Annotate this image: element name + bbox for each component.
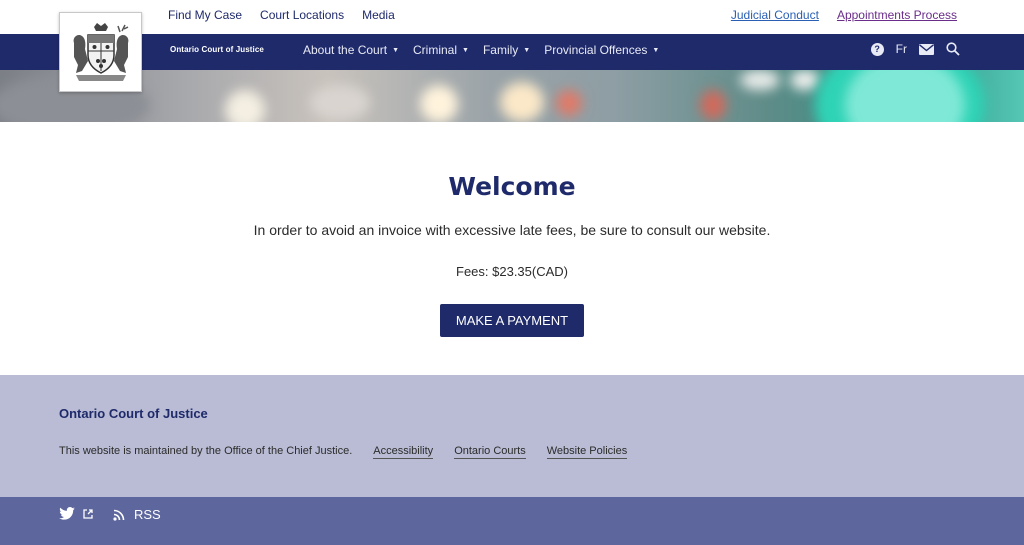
search-button[interactable] [946,42,960,56]
language-toggle[interactable]: Fr [896,42,907,56]
nav-item-provincial-offences[interactable]: Provincial Offences ▼ [544,43,659,57]
rss-link[interactable]: RSS [113,507,161,522]
nav-item-about-the-court[interactable]: About the Court ▼ [303,43,399,57]
ontario-courts-link[interactable]: Ontario Courts [454,445,526,459]
coat-of-arms-logo[interactable] [59,12,142,92]
footer-links-row: This website is maintained by the Office… [59,445,628,459]
main-content: Welcome In order to avoid an invoice wit… [0,122,1024,375]
caret-down-icon: ▼ [392,46,399,54]
caret-down-icon: ▼ [652,46,660,54]
utility-links-right: Judicial Conduct Appointments Process [731,8,957,22]
nav-item-label: Family [482,43,519,57]
nav-item-label: Criminal [413,43,458,57]
caret-down-icon: ▼ [462,46,469,54]
find-my-case-link[interactable]: Find My Case [168,8,242,22]
main-navigation: Ontario Court of Justice About the Court… [0,34,1024,70]
help-icon: ? [870,42,884,56]
footer-title: Ontario Court of Justice [59,406,208,421]
court-locations-link[interactable]: Court Locations [260,8,344,22]
judicial-conduct-link[interactable]: Judicial Conduct [731,8,819,22]
fees-amount: Fees: $23.35(CAD) [456,264,568,279]
accessibility-link[interactable]: Accessibility [373,445,434,459]
utility-links-left: Find My Case Court Locations Media [168,8,395,22]
twitter-icon [59,507,75,520]
coat-of-arms-icon [73,23,128,81]
footer: Ontario Court of Justice This website is… [0,375,1024,497]
utility-bar: Find My Case Court Locations Media Judic… [0,0,1024,33]
brand-name[interactable]: Ontario Court of Justice [170,45,264,54]
social-bar: RSS [0,497,1024,545]
nav-item-family[interactable]: Family ▼ [483,43,530,57]
hero-banner-image [0,70,1024,122]
media-link[interactable]: Media [362,8,395,22]
caret-down-icon: ▼ [523,46,531,54]
welcome-heading: Welcome [448,172,576,201]
contact-button[interactable] [919,43,934,55]
make-a-payment-button[interactable]: MAKE A PAYMENT [440,304,584,337]
twitter-link[interactable] [59,507,93,520]
maintained-by-text: This website is maintained by the Office… [59,445,353,457]
rss-icon [113,509,125,521]
website-policies-link[interactable]: Website Policies [546,445,628,459]
help-button[interactable]: ? [870,42,884,56]
welcome-message: In order to avoid an invoice with excess… [253,222,771,238]
appointments-process-link[interactable]: Appointments Process [837,8,957,22]
nav-item-criminal[interactable]: Criminal ▼ [413,43,469,57]
rss-label: RSS [134,507,161,522]
main-menu: About the Court ▼ Criminal ▼ Family ▼ Pr… [303,43,659,57]
nav-tools: ? Fr [870,42,960,56]
search-icon [946,42,960,56]
nav-item-label: Provincial Offences [544,43,648,57]
mail-icon [919,43,934,55]
external-link-icon [83,508,93,519]
nav-item-label: About the Court [303,43,388,57]
